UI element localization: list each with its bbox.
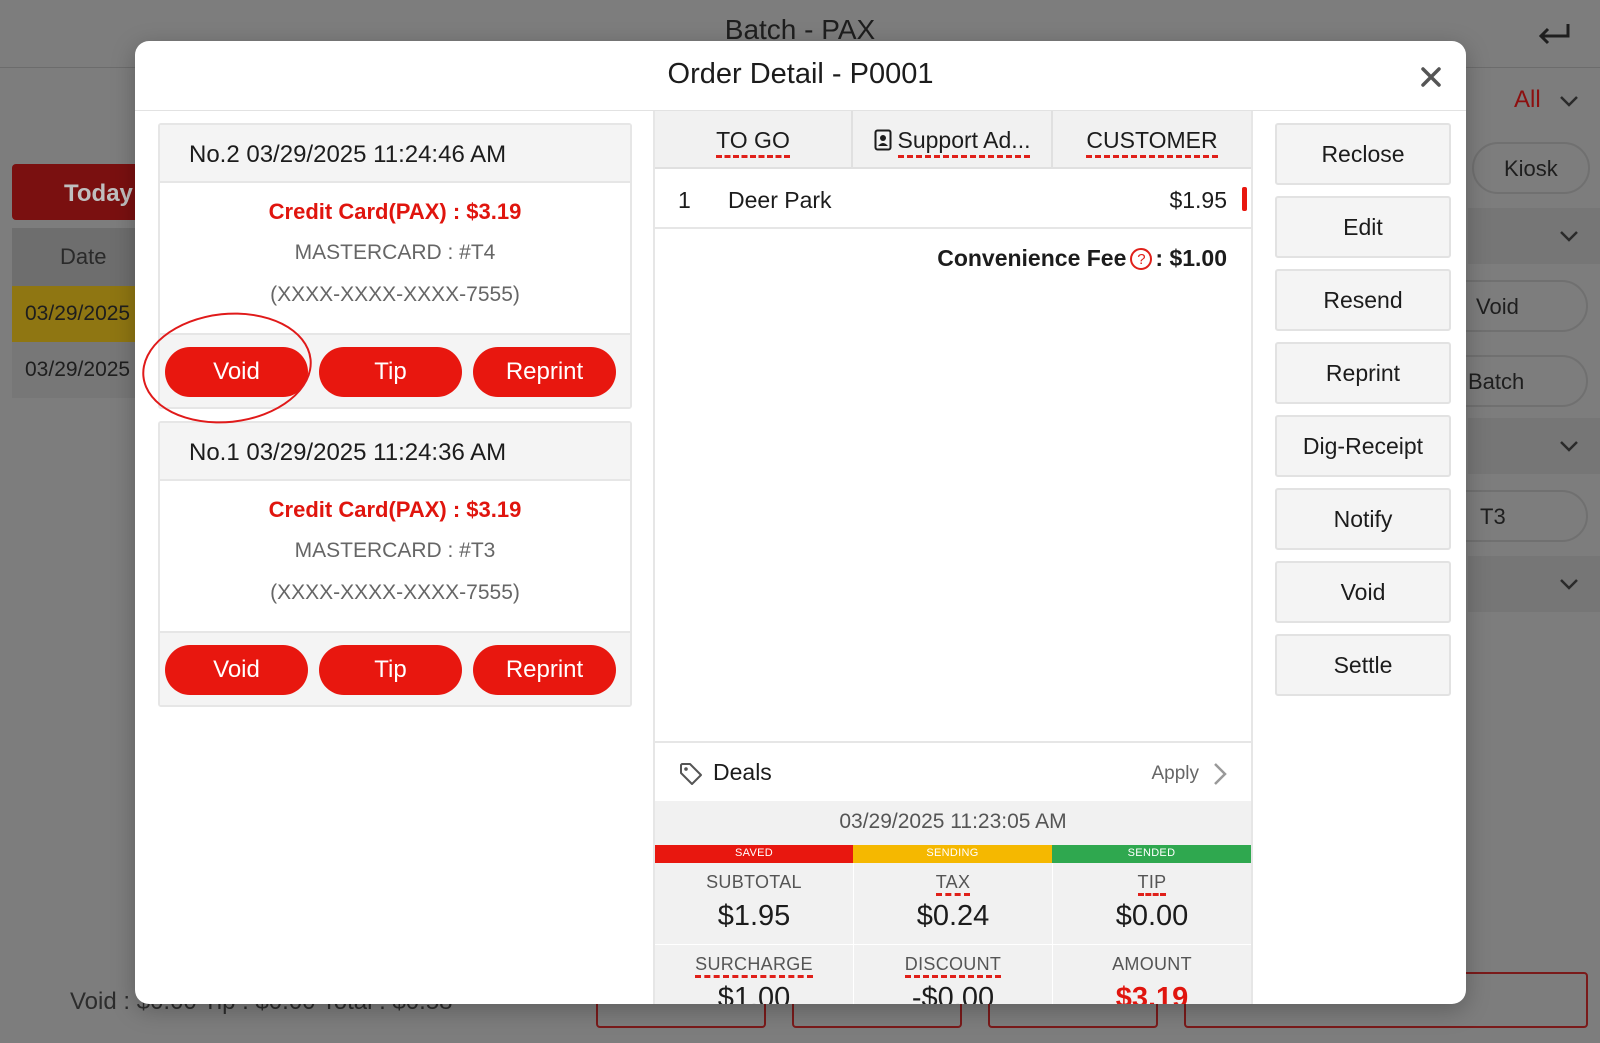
modal-header: Order Detail - P0001 [135, 41, 1466, 111]
payment-actions: Void Tip Reprint [160, 633, 630, 705]
void-order-button[interactable]: Void [1275, 561, 1451, 623]
summary-subtotal: SUBTOTAL $1.95 [655, 863, 853, 944]
tax-label: TAX [935, 872, 971, 896]
deals-row[interactable]: Deals Apply [655, 741, 1251, 801]
order-detail-modal: Order Detail - P0001 No.2 03/29/2025 11:… [135, 41, 1466, 1004]
payment-card-number: MASTERCARD : #T4 [294, 241, 496, 264]
payment-header: No.2 03/29/2025 11:24:46 AM [160, 125, 630, 183]
amount-label: AMOUNT [1112, 954, 1192, 974]
order-tabs: TO GO Support Ad... CUSTOMER [655, 111, 1251, 169]
tab-support[interactable]: Support Ad... [853, 111, 1051, 169]
contact-card-icon [874, 129, 891, 151]
item-price: $1.95 [1169, 187, 1227, 213]
surcharge-label: SURCHARGE [695, 954, 813, 978]
back-arrow-icon[interactable] [1534, 20, 1574, 52]
tab-to-go-label: TO GO [716, 127, 790, 158]
tag-icon [680, 763, 702, 785]
bg-date-header: Date [60, 244, 107, 269]
reclose-button[interactable]: Reclose [1275, 123, 1451, 185]
status-sending: SENDING [853, 845, 1052, 863]
amount-value: $3.19 [1115, 982, 1189, 1004]
order-panel: TO GO Support Ad... CUSTOMER 1 Deer Park… [653, 111, 1253, 1004]
surcharge-value: $1.00 [717, 982, 791, 1004]
bg-filter-all[interactable]: All [1514, 86, 1541, 114]
payment-amount: Credit Card(PAX) : $3.19 [268, 497, 522, 522]
subtotal-label: SUBTOTAL [706, 872, 802, 892]
deals-label: Deals [713, 759, 772, 785]
item-name: Deer Park [728, 187, 832, 213]
bg-section [1468, 418, 1600, 474]
convenience-fee-value: : $1.00 [1155, 245, 1227, 271]
summary-tax[interactable]: TAX $0.24 [854, 863, 1052, 944]
payment-tip-button[interactable]: Tip [319, 645, 462, 695]
item-quantity: 1 [678, 187, 691, 213]
summary-amount: AMOUNT $3.19 [1053, 945, 1251, 1004]
bg-today-tab[interactable]: Today [12, 164, 142, 220]
payment-tip-button[interactable]: Tip [319, 347, 462, 397]
subtotal-value: $1.95 [717, 900, 791, 932]
apply-deals-button[interactable]: Apply [1151, 763, 1199, 785]
close-icon[interactable] [1417, 63, 1445, 91]
tab-customer[interactable]: CUSTOMER [1053, 111, 1251, 169]
chevron-down-icon[interactable] [1558, 435, 1580, 457]
status-saved: SAVED [655, 845, 853, 863]
chevron-right-icon[interactable] [1211, 761, 1229, 787]
discount-label: DISCOUNT [904, 954, 1002, 978]
tab-customer-label: CUSTOMER [1086, 127, 1218, 158]
payment-reprint-button[interactable]: Reprint [473, 347, 616, 397]
payment-card-number: MASTERCARD : #T3 [294, 539, 496, 562]
bg-table-row[interactable]: 03/29/2025 [12, 342, 142, 398]
payment-amount: Credit Card(PAX) : $3.19 [268, 199, 522, 224]
discount-value: -$0.00 [911, 982, 995, 1004]
settle-button[interactable]: Settle [1275, 634, 1451, 696]
dig-receipt-button[interactable]: Dig-Receipt [1275, 415, 1451, 477]
bg-kiosk-button[interactable]: Kiosk [1472, 142, 1590, 194]
payment-details: Credit Card(PAX) : $3.19 MASTERCARD : #T… [160, 481, 630, 633]
payment-void-button[interactable]: Void [165, 645, 308, 695]
summary-tip[interactable]: TIP $0.00 [1053, 863, 1251, 944]
order-item-row[interactable]: 1 Deer Park $1.95 [655, 171, 1251, 229]
order-timestamp: 03/29/2025 11:23:05 AM [655, 801, 1251, 845]
bg-section [1468, 208, 1600, 264]
chevron-down-icon[interactable] [1558, 90, 1580, 112]
convenience-fee: Convenience Fee?: $1.00 [937, 245, 1227, 272]
bg-section [1468, 556, 1600, 612]
tip-label: TIP [1137, 872, 1167, 896]
item-status-marker [1242, 187, 1247, 211]
summary-surcharge[interactable]: SURCHARGE $1.00 [655, 945, 853, 1004]
tip-value: $0.00 [1115, 900, 1189, 932]
payment-reprint-button[interactable]: Reprint [473, 645, 616, 695]
tab-to-go[interactable]: TO GO [655, 111, 851, 169]
payment-header: No.1 03/29/2025 11:24:36 AM [160, 423, 630, 481]
payment-masked-number: (XXXX-XXXX-XXXX-7555) [270, 581, 520, 604]
convenience-fee-label: Convenience Fee [937, 245, 1127, 271]
tax-value: $0.24 [916, 900, 990, 932]
chevron-down-icon[interactable] [1558, 225, 1580, 247]
reprint-button[interactable]: Reprint [1275, 342, 1451, 404]
notify-button[interactable]: Notify [1275, 488, 1451, 550]
chevron-down-icon[interactable] [1558, 573, 1580, 595]
payment-card: No.1 03/29/2025 11:24:36 AM Credit Card(… [158, 421, 632, 707]
help-icon[interactable]: ? [1130, 248, 1153, 270]
tab-support-label: Support Ad... [897, 127, 1031, 158]
resend-button[interactable]: Resend [1275, 269, 1451, 331]
modal-title: Order Detail - P0001 [667, 58, 934, 90]
edit-button[interactable]: Edit [1275, 196, 1451, 258]
status-sended: SENDED [1052, 845, 1251, 863]
summary-discount[interactable]: DISCOUNT -$0.00 [854, 945, 1052, 1004]
bg-table-row[interactable]: 03/29/2025 [12, 286, 142, 342]
